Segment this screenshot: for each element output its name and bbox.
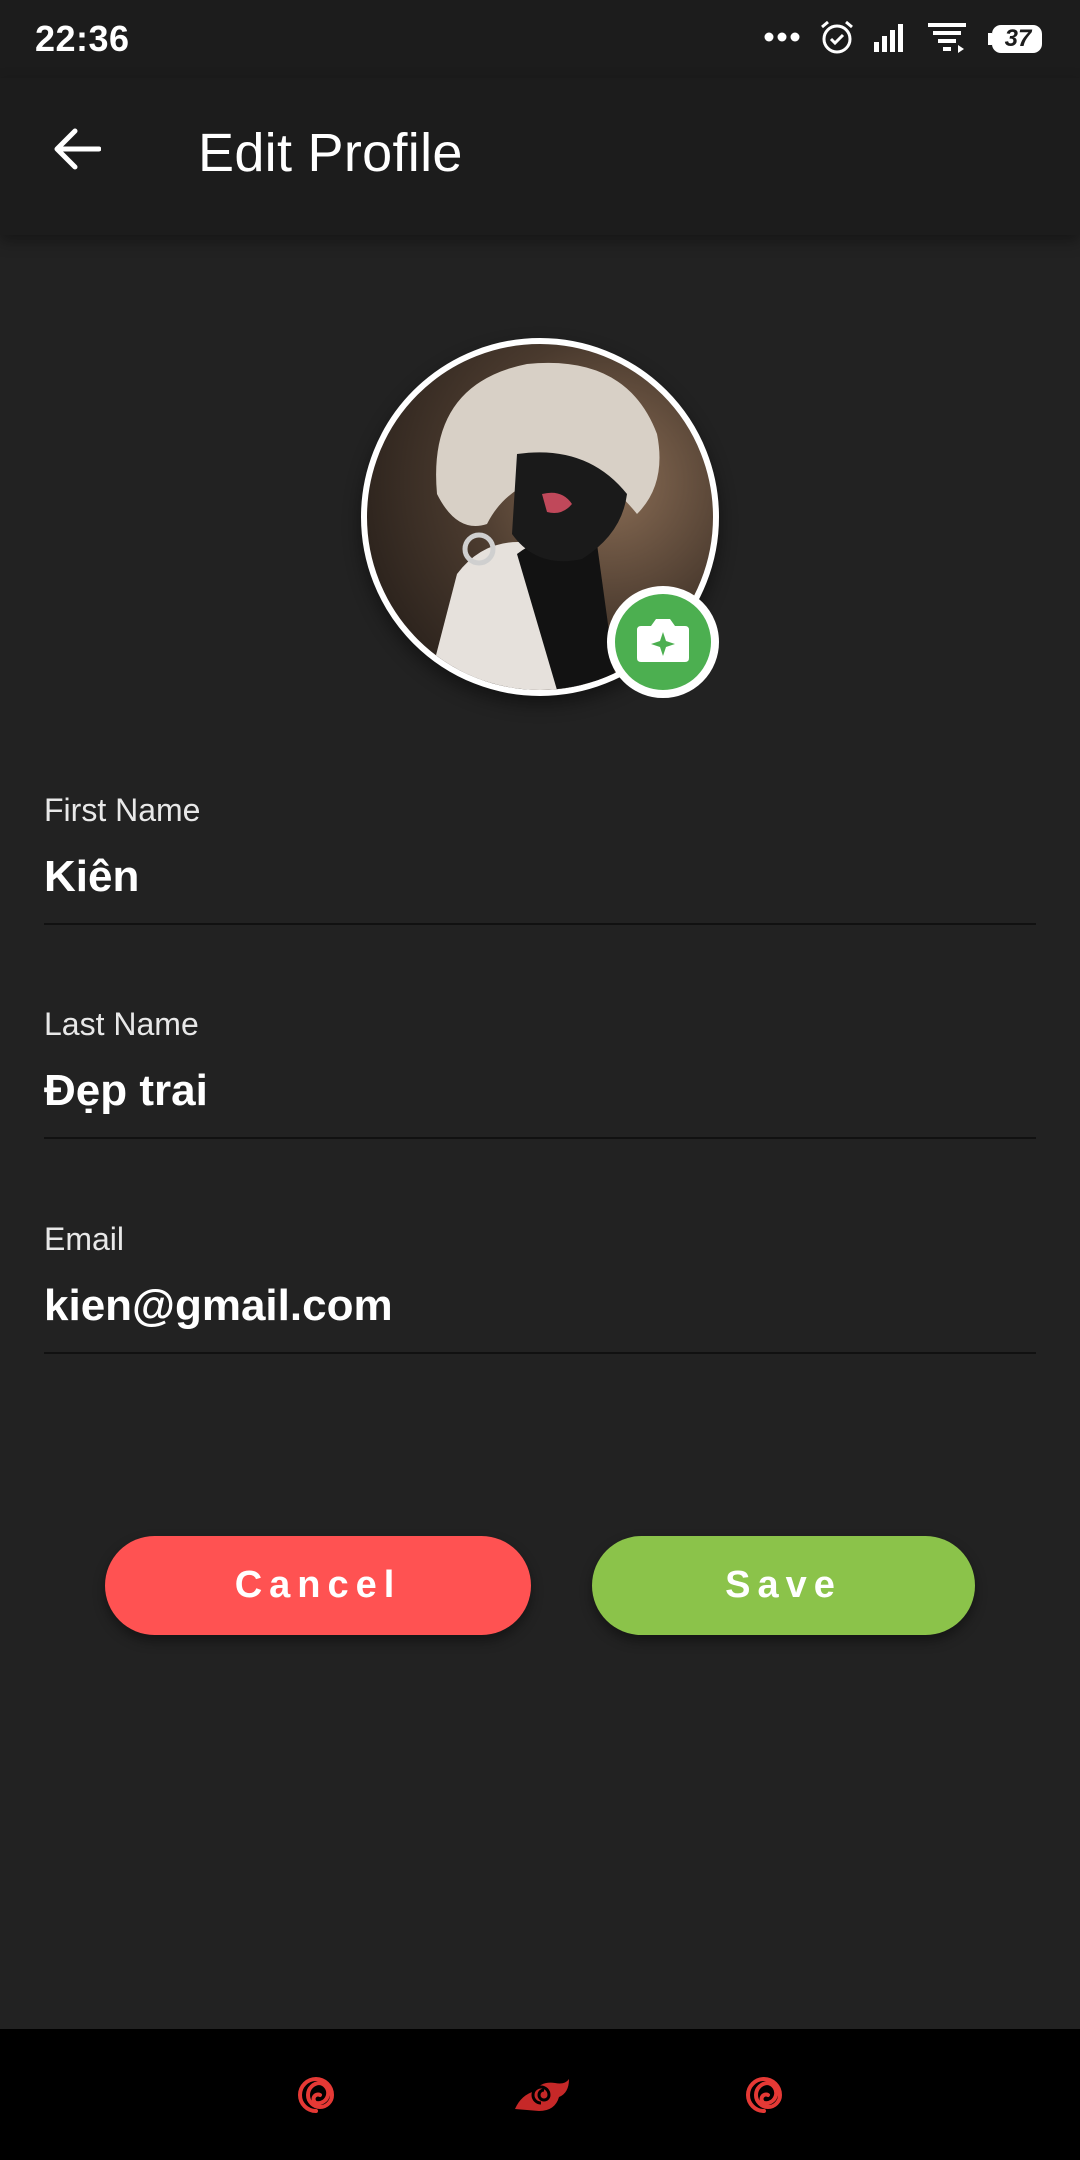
first-name-field: First Name xyxy=(44,792,1036,942)
camera-icon xyxy=(635,616,691,669)
battery-level: 37 xyxy=(1004,25,1032,52)
arrow-back-icon xyxy=(53,127,102,176)
email-field: Email xyxy=(44,1221,1036,1371)
more-dots-icon xyxy=(764,30,800,48)
wifi-icon xyxy=(928,21,970,58)
first-name-input[interactable] xyxy=(44,837,1036,917)
cancel-button[interactable]: Cancel xyxy=(105,1536,531,1635)
last-name-underline xyxy=(44,1137,1036,1139)
email-underline xyxy=(44,1352,1036,1354)
status-time: 22:36 xyxy=(35,18,130,59)
save-button[interactable]: Save xyxy=(592,1536,975,1635)
page-title: Edit Profile xyxy=(198,123,463,183)
back-swirl-icon[interactable] xyxy=(734,2065,794,2125)
home-cloud-icon[interactable] xyxy=(511,2065,573,2125)
signal-icon xyxy=(874,22,910,57)
recents-swirl-icon[interactable] xyxy=(286,2065,346,2125)
email-label: Email xyxy=(44,1221,125,1257)
first-name-label: First Name xyxy=(44,792,201,828)
change-photo-button[interactable] xyxy=(607,586,719,698)
status-icons: 37 xyxy=(764,16,1046,62)
last-name-label: Last Name xyxy=(44,1006,199,1042)
first-name-underline xyxy=(44,923,1036,925)
app-bar: Edit Profile xyxy=(0,78,1080,235)
email-input[interactable] xyxy=(44,1266,1036,1346)
avatar-section xyxy=(361,338,719,698)
back-button[interactable] xyxy=(36,110,118,192)
last-name-field: Last Name xyxy=(44,1006,1036,1156)
status-bar: 22:36 37 xyxy=(0,0,1080,78)
battery-icon: 37 xyxy=(988,24,1046,54)
alarm-icon xyxy=(818,18,856,61)
navigation-bar xyxy=(0,2029,1080,2160)
last-name-input[interactable] xyxy=(44,1051,1036,1131)
